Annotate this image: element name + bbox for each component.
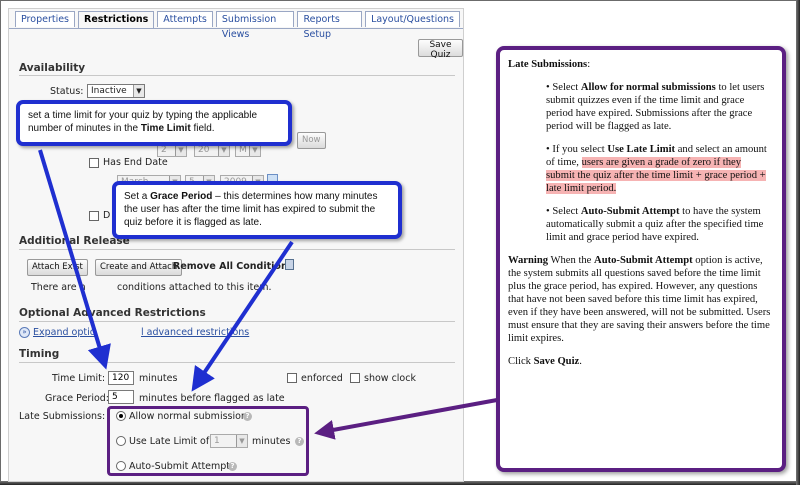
callout-bold: Grace Period [150, 191, 213, 202]
section-divider [19, 362, 455, 363]
tab-layout-questions[interactable]: Layout/Questions [365, 11, 460, 27]
now-button[interactable]: Now [297, 132, 326, 149]
no-conditions-text-b: conditions attached to this item. [117, 282, 272, 293]
display-label-fragment: D [103, 210, 111, 221]
tab-reports-setup[interactable]: Reports Setup [297, 11, 363, 40]
panel-warning: Warning When the Auto-Submit Attempt opt… [508, 255, 771, 344]
expand-advanced-link-a[interactable]: Expand optio [33, 327, 96, 338]
grace-period-label: Grace Period: [45, 393, 109, 404]
no-conditions-text-a: There are n [31, 282, 86, 293]
callout-text: field. [190, 123, 215, 134]
frame-shadow-right [796, 0, 800, 485]
tab-divider [9, 28, 463, 29]
has-end-date-checkbox[interactable] [89, 158, 99, 168]
callout-text: Set a [124, 191, 151, 202]
expand-icon[interactable]: » [19, 327, 30, 338]
callout-bold: Time Limit [140, 123, 191, 134]
panel-bullet-normal: • Select Allow for normal submissions to… [546, 82, 765, 132]
tab-submission-views[interactable]: Submission Views [215, 11, 295, 40]
time-limit-label: Time Limit: [52, 373, 106, 384]
attach-existing-button[interactable]: Attach Exist [27, 259, 88, 276]
time-limit-unit: minutes [139, 373, 178, 384]
status-label: Status: [50, 86, 84, 97]
status-value: Inactive [91, 86, 127, 96]
late-submissions-highlight [107, 406, 309, 476]
has-end-date-label: Has End Date [103, 157, 168, 168]
tab-bar: Properties Restrictions Attempts Submiss… [15, 11, 463, 40]
grace-period-callout: Set a Grace Period – this determines how… [112, 181, 402, 239]
section-divider [19, 249, 455, 250]
status-select[interactable]: Inactive ▼ [87, 84, 145, 98]
tab-properties[interactable]: Properties [15, 11, 76, 27]
enforced-checkbox[interactable] [287, 373, 297, 383]
display-in-calendar-checkbox[interactable] [89, 211, 99, 221]
time-limit-input[interactable]: 120 [108, 371, 134, 385]
availability-heading: Availability [19, 62, 86, 74]
late-submissions-help-panel: Late Submissions: • Select Allow for nor… [496, 46, 786, 472]
panel-click-save: Click Save Quiz. [508, 356, 582, 367]
panel-title: Late Submissions: [508, 59, 591, 70]
late-submissions-label: Late Submissions: [19, 411, 106, 422]
create-and-attach-button[interactable]: Create and Attach [95, 259, 183, 276]
grace-period-input[interactable]: 5 [108, 390, 134, 404]
save-quiz-button[interactable]: Save Quiz [418, 39, 463, 60]
show-clock-label: show clock [364, 373, 416, 384]
section-divider [19, 75, 455, 76]
grace-period-suffix: minutes before flagged as late [139, 393, 285, 404]
panel-bullet-late-limit: • If you select Use Late Limit and selec… [546, 144, 767, 194]
expand-advanced-link-b[interactable]: l advanced restrictions [141, 327, 249, 338]
tab-attempts[interactable]: Attempts [157, 11, 213, 27]
tab-restrictions[interactable]: Restrictions [78, 11, 155, 29]
show-clock-checkbox[interactable] [350, 373, 360, 383]
chevron-down-icon: ▼ [133, 85, 144, 97]
timing-heading: Timing [19, 348, 60, 360]
enforced-label: enforced [301, 373, 343, 384]
time-limit-callout: set a time limit for your quiz by typing… [16, 100, 292, 146]
optional-restrictions-heading: Optional Advanced Restrictions [19, 307, 206, 319]
panel-bullet-auto-submit: • Select Auto-Submit Attempt to have the… [546, 206, 764, 243]
section-divider [19, 321, 455, 322]
trash-icon[interactable] [285, 259, 294, 270]
remove-all-conditions-link[interactable]: Remove All Conditions [173, 261, 293, 272]
